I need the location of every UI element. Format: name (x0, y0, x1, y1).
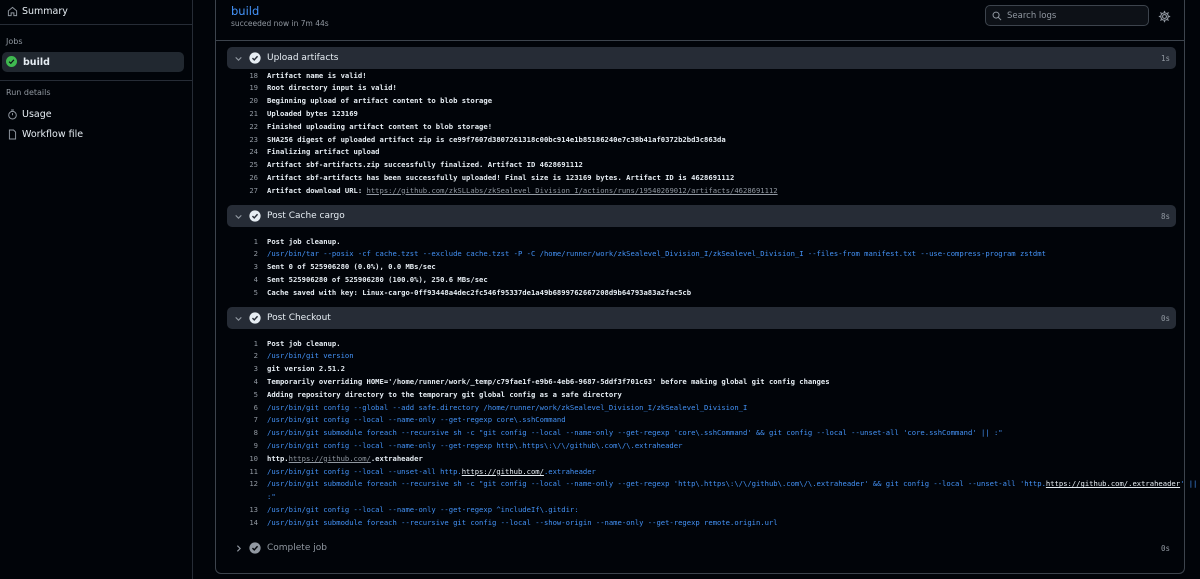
log-line: 3 git version 2.51.2 (253, 364, 345, 374)
log-line: 26 Artifact sbf-artifacts has been succes… (249, 172, 735, 182)
gear-icon[interactable] (1158, 8, 1172, 23)
log-line: 25 Artifact sbf-artifacts.zip successfull… (249, 160, 583, 170)
step-success-icon (249, 312, 261, 324)
log-line: 1 Post job cleanup. (253, 338, 341, 348)
job-title: build (231, 4, 260, 18)
sidebar-summary-label: Summary (22, 5, 68, 17)
chevron-down-icon (232, 54, 244, 63)
sidebar-workflow-file-label: Workflow file (22, 128, 84, 140)
run-details-heading: Run details (6, 88, 51, 97)
step-name: Upload artifacts (267, 53, 339, 63)
step-name: Complete job (267, 543, 327, 553)
log-line: 7/usr/bin/git config --local --name-only… (253, 415, 566, 425)
sidebar-job-label: build (23, 56, 50, 68)
step-name: Post Checkout (267, 313, 331, 323)
log-line: 13/usr/bin/git config --local --name-onl… (249, 504, 579, 514)
log-line-wrap: :" (267, 492, 276, 502)
sidebar-job-build[interactable]: build (2, 52, 184, 72)
sidebar: Summary Jobs build Run details Usage Wor… (0, 0, 192, 579)
sidebar-border (192, 0, 193, 579)
step-duration: 0s (1160, 543, 1170, 553)
log-line: 6/usr/bin/git config --global --add safe… (253, 402, 748, 412)
step-post-checkout[interactable]: Post Checkout 0s (227, 307, 1176, 329)
log-line: 21 Uploaded bytes 123169 (249, 108, 358, 118)
job-status: succeeded now in 7m 44s (231, 19, 329, 28)
log-line: 24 Finalizing artifact upload (249, 147, 380, 157)
step-complete-job[interactable]: Complete job 0s (227, 537, 1176, 559)
log-header: build succeeded now in 7m 44s (216, 0, 1184, 41)
log-line: 5 Adding repository directory to the temp… (253, 389, 622, 399)
file-icon (6, 128, 18, 140)
log-line: 20 Beginning upload of artifact content t… (249, 96, 493, 106)
home-icon (6, 5, 18, 17)
step-post-cache-cargo[interactable]: Post Cache cargo 8s (227, 205, 1176, 227)
log-line: 9/usr/bin/git config --local --name-only… (253, 440, 683, 450)
log-line: 5 Cache saved with key: Linux-cargo-0ff93… (253, 287, 692, 297)
sidebar-workflow-file-link[interactable]: Workflow file (6, 124, 83, 144)
sidebar-summary-link[interactable]: Summary (6, 1, 68, 21)
log-link[interactable]: https://github.com/.extraheader (1046, 479, 1180, 488)
log-line: 18 Artifact name is valid! (249, 70, 367, 80)
log-line: 14/usr/bin/git submodule foreach --recur… (249, 517, 778, 527)
sidebar-usage-link[interactable]: Usage (6, 104, 52, 124)
chevron-down-icon (232, 314, 244, 323)
chevron-down-icon (232, 212, 244, 221)
sidebar-divider (0, 80, 192, 81)
success-check-icon (6, 56, 18, 68)
step-name: Post Cache cargo (267, 211, 345, 221)
chevron-right-icon (232, 544, 244, 553)
stopwatch-icon (6, 108, 18, 120)
search-logs[interactable] (985, 5, 1149, 26)
log-line: 4 Sent 525906280 of 525906280 (100.0%), 2… (253, 274, 488, 284)
log-panel: build succeeded now in 7m 44s Upload art… (215, 0, 1198, 574)
log-line: 1 Post job cleanup. (253, 236, 341, 246)
step-success-icon (249, 52, 261, 64)
step-success-icon (249, 210, 261, 222)
log-line: 2/usr/bin/git version (253, 351, 354, 361)
step-success-icon (249, 542, 261, 554)
step-duration: 1s (1160, 53, 1170, 63)
step-duration: 0s (1160, 313, 1170, 323)
log-line: 3 Sent 0 of 525906280 (0.0%), 0.0 MBs/sec (253, 262, 436, 272)
step-duration: 8s (1160, 211, 1170, 221)
log-line: 2/usr/bin/tar --posix -cf cache.tzst --e… (253, 249, 1046, 259)
jobs-heading: Jobs (6, 37, 23, 46)
search-icon (992, 6, 1002, 25)
log-line: 23 SHA256 digest of uploaded artifact zip… (249, 134, 726, 144)
log-line: 8/usr/bin/git submodule foreach --recurs… (253, 428, 1003, 438)
log-line: 10 http.https://github.com/.extraheader (249, 453, 423, 463)
log-line: 27 Artifact download URL: https://github.… (249, 185, 778, 195)
sidebar-usage-label: Usage (22, 108, 52, 120)
log-line: 4 Temporarily overriding HOME='/home/runn… (253, 376, 830, 386)
log-line: 11/usr/bin/git config --local --unset-al… (249, 466, 596, 476)
step-upload-artifacts[interactable]: Upload artifacts 1s (227, 47, 1176, 69)
log-line: 22 Finished uploading artifact content to… (249, 121, 493, 131)
artifact-download-link[interactable]: https://github.com/zkSLLabs/zkSealevel_D… (367, 186, 778, 195)
log-link[interactable]: https://github.com/ (462, 467, 544, 476)
log-line: 19 Root directory input is valid! (249, 83, 397, 93)
log-line: 12/usr/bin/git submodule foreach --recur… (249, 479, 1198, 489)
sidebar-divider (0, 24, 192, 25)
search-input[interactable] (1007, 10, 1137, 21)
log-link[interactable]: https://github.com/ (289, 454, 371, 463)
